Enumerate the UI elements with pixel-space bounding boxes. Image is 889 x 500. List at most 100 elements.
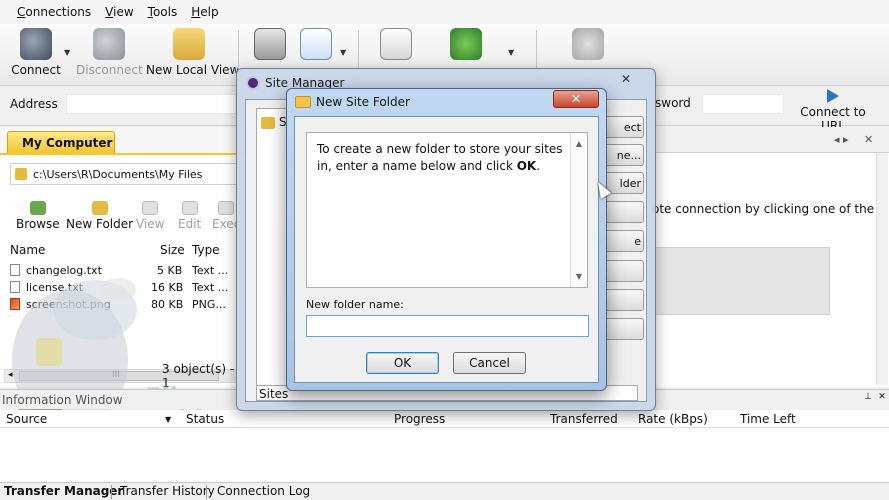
menu-bar: Connections View Tools Help xyxy=(0,0,889,24)
file-row[interactable]: changelog.txt 5 KB Text ... xyxy=(0,264,245,281)
connect-to-url-button[interactable]: Connect to URL xyxy=(790,88,876,133)
disconnect-button[interactable]: Disconnect xyxy=(76,28,143,82)
transfer-list[interactable] xyxy=(0,428,889,482)
column-header-transferred[interactable]: Transferred xyxy=(550,412,618,426)
folder-name-input[interactable] xyxy=(306,315,589,337)
lock-icon xyxy=(572,28,604,60)
site-action-button[interactable] xyxy=(604,318,644,340)
scroll-grip: III xyxy=(112,370,120,380)
dialog-body: To create a new folder to store your sit… xyxy=(294,116,599,383)
options-icon xyxy=(254,28,286,60)
new-local-view-label: New Local View xyxy=(146,63,240,77)
play-icon xyxy=(827,89,839,103)
column-header-progress[interactable]: Progress xyxy=(394,412,445,426)
panel-menu-icon[interactable]: ◂ ▸ xyxy=(834,133,849,146)
scroll-left-arrow-icon[interactable]: ◂ xyxy=(8,370,13,380)
view-dropdown-icon[interactable]: ▼ xyxy=(340,48,346,57)
column-header-status[interactable]: Status xyxy=(186,412,224,426)
scroll-up-arrow-icon[interactable]: ▲ xyxy=(571,135,587,152)
sort-dropdown-icon[interactable]: ▼ xyxy=(165,415,171,424)
password-input[interactable] xyxy=(702,94,784,114)
view-file-button[interactable]: View xyxy=(136,201,164,231)
object-count-status: 3 object(s) - 1 xyxy=(162,362,235,390)
local-path-field[interactable]: c:\Users\R\Documents\My Files xyxy=(10,163,240,185)
text-file-icon xyxy=(10,264,20,276)
edit-file-label: Edit xyxy=(178,217,202,231)
local-panel-body: c:\Users\R\Documents\My Files Browse New… xyxy=(0,153,245,387)
browse-label: Browse xyxy=(16,217,60,231)
information-window-title: Information Window xyxy=(2,393,123,407)
file-size: 5 KB xyxy=(157,264,183,277)
pin-icon[interactable]: ⊥ xyxy=(862,392,874,404)
execute-icon xyxy=(218,201,235,215)
file-name: license.txt xyxy=(26,281,84,294)
new-local-view-button[interactable]: New Local View xyxy=(146,28,239,82)
text-file-icon xyxy=(10,281,20,293)
menu-tools[interactable]: Tools xyxy=(141,5,185,19)
browse-button[interactable]: Browse xyxy=(16,201,60,231)
file-row[interactable]: screenshot.png 80 KB PNG... xyxy=(0,298,245,315)
new-site-folder-dialog: New Site Folder ✕ To create a new folder… xyxy=(286,88,607,391)
local-panel: My Computer c:\Users\R\Documents\My File… xyxy=(0,127,245,390)
scroll-down-arrow-icon[interactable]: ▼ xyxy=(571,268,587,285)
site-action-button[interactable] xyxy=(604,201,644,223)
close-icon[interactable]: ✕ xyxy=(876,392,888,404)
file-row[interactable]: license.txt 16 KB Text ... xyxy=(0,281,245,298)
edit-file-button[interactable]: Edit xyxy=(178,201,201,231)
menu-view[interactable]: View xyxy=(98,5,140,19)
file-type: Text ... xyxy=(192,264,229,277)
panel-close-icon[interactable]: ✕ xyxy=(864,133,873,146)
dialog-close-button[interactable]: ✕ xyxy=(553,90,599,108)
column-header-size[interactable]: Size xyxy=(160,243,185,257)
instructions-ok-text: OK xyxy=(516,159,537,173)
menu-help[interactable]: Help xyxy=(184,5,225,19)
tab-connection-log[interactable]: Connection Log xyxy=(217,484,310,498)
site-action-button[interactable] xyxy=(604,289,644,311)
backup-icon xyxy=(450,28,482,60)
remote-vertical-scrollbar[interactable] xyxy=(876,153,888,385)
dialog-title: New Site Folder xyxy=(316,95,410,109)
site-manager-icon xyxy=(246,76,260,90)
column-header-name[interactable]: Name xyxy=(10,243,45,257)
file-size: 80 KB xyxy=(151,298,184,311)
view-file-label: View xyxy=(136,217,165,231)
address-label: Address xyxy=(10,97,58,111)
menu-connections[interactable]: Connections xyxy=(10,5,98,19)
disconnect-icon xyxy=(93,28,125,60)
connect-dropdown-icon[interactable]: ▼ xyxy=(64,48,70,57)
folder-icon xyxy=(173,28,205,60)
view-file-icon xyxy=(142,201,159,215)
connect-site-button[interactable]: ect xyxy=(604,116,644,138)
site-manager-close-button[interactable]: ✕ xyxy=(613,71,639,87)
password-label: sword xyxy=(655,96,691,110)
bottom-tab-bar: Transfer Manager Transfer History Connec… xyxy=(0,482,889,500)
address-input[interactable] xyxy=(66,94,236,114)
transfer-list-header: Source ▼ Status Progress Transferred Rat… xyxy=(0,410,889,428)
column-header-rate[interactable]: Rate (kBps) xyxy=(638,412,708,426)
file-name: screenshot.png xyxy=(26,298,111,311)
new-site-button[interactable]: ne... xyxy=(604,144,644,166)
site-action-button[interactable]: e xyxy=(604,230,644,252)
instructions-period: . xyxy=(536,159,541,173)
remote-welcome-text: ote connection by clicking one of the xyxy=(652,202,875,216)
tab-transfer-manager[interactable]: Transfer Manager xyxy=(4,484,123,498)
column-header-type[interactable]: Type xyxy=(192,243,220,257)
column-header-source[interactable]: Source xyxy=(6,412,47,426)
site-action-button[interactable] xyxy=(604,260,644,282)
disconnect-label: Disconnect xyxy=(76,63,143,77)
new-folder-button[interactable]: New Folder xyxy=(66,201,133,231)
tab-my-computer[interactable]: My Computer xyxy=(7,131,115,153)
new-folder-icon xyxy=(91,201,108,215)
tab-transfer-history[interactable]: Transfer History xyxy=(120,484,215,498)
connect-icon xyxy=(20,28,52,60)
ok-button[interactable]: OK xyxy=(366,352,439,374)
instructions-scrollbar[interactable]: ▲ ▼ xyxy=(570,133,587,287)
local-path-text: c:\Users\R\Documents\My Files xyxy=(33,168,203,181)
image-file-icon xyxy=(10,298,20,310)
backup-dropdown-icon[interactable]: ▼ xyxy=(508,48,514,57)
column-header-time-left[interactable]: Time Left xyxy=(740,412,796,426)
dialog-instructions: To create a new folder to store your sit… xyxy=(306,132,588,288)
connect-button[interactable]: Connect xyxy=(8,28,64,82)
cancel-button[interactable]: Cancel xyxy=(453,352,526,374)
browse-icon xyxy=(29,201,46,215)
